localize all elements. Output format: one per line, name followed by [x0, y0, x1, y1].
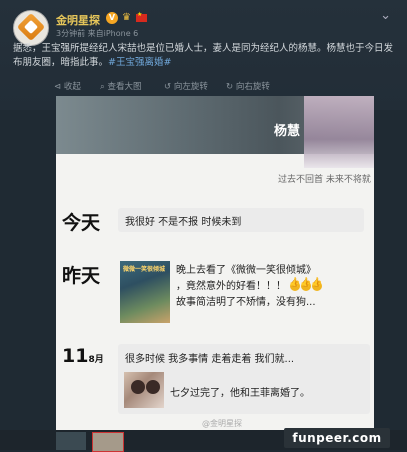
rotate-left-button[interactable]: ↺ 向左旋转	[164, 80, 208, 92]
collapse-button[interactable]: ⊲ 收起	[54, 80, 81, 92]
thumbs-up-icon	[311, 278, 322, 291]
moments-cover	[56, 96, 374, 168]
china-flag-icon	[136, 11, 147, 22]
day-label-today: 今天	[62, 212, 101, 234]
today-text: 我很好 不是不报 时候未到	[125, 217, 242, 228]
today-card: 我很好 不是不报 时候未到	[118, 208, 364, 232]
moments-name: 杨慧	[274, 124, 301, 139]
day-label-date: 118月	[62, 345, 104, 367]
watermark: @金明星探	[202, 419, 242, 428]
rotate-right-button[interactable]: ↻ 向右旋转	[226, 80, 270, 92]
hashtag-link[interactable]: #王宝强离婚#	[108, 57, 171, 68]
vip-badge-icon: V	[106, 12, 118, 24]
post-body: 据悉，王宝强所提经纪人宋喆也是位已婚人士，妻人是同为经纪人的杨慧。杨慧也于今日发…	[13, 43, 394, 68]
crown-icon: ♛	[122, 12, 131, 23]
profile-picture	[304, 96, 374, 168]
site-watermark: funpeer.com	[284, 428, 390, 448]
chevron-down-icon[interactable]: ⌄	[380, 8, 391, 23]
view-large-button[interactable]: ⌕ 查看大图	[100, 80, 141, 92]
day-label-yesterday: 昨天	[62, 265, 101, 287]
image-toolbar: ⊲ 收起 ⌕ 查看大图 ↺ 向左旋转 ↻ 向右旋转	[54, 80, 394, 96]
image-thumbnail-2-selected[interactable]	[92, 432, 124, 452]
yesterday-line3: 故事简洁明了不矫情，没有狗...	[176, 297, 316, 308]
username[interactable]: 金明星探	[56, 12, 100, 28]
image-thumbnail-1[interactable]	[56, 432, 86, 450]
yesterday-line2: ，竟然意外的好看！！！	[176, 281, 286, 292]
thumbs-up-icon	[300, 278, 311, 291]
poster-title: 微微一笑很倾城	[123, 266, 166, 273]
moments-screenshot-image[interactable]: 杨慧 过去不回首 未来不将就 今天 我很好 不是不报 时候未到 昨天 微微一笑很…	[56, 96, 374, 430]
moments-slogan: 过去不回首 未来不将就	[278, 175, 371, 185]
couple-photo-thumbnail	[124, 372, 164, 408]
yesterday-line1: 晚上去看了《微微一笑很倾城》	[176, 265, 316, 276]
date-quote: 七夕过完了，他和王菲离婚了。	[170, 388, 310, 399]
date-text: 很多时候 我多事情 走着走着 我们就...	[125, 354, 295, 365]
date-card: 很多时候 我多事情 走着走着 我们就... 七夕过完了，他和王菲离婚了。	[118, 344, 370, 414]
post-meta: 3分钟前 来自iPhone 6	[56, 29, 139, 38]
post-text: 据悉，王宝强所提经纪人宋喆也是位已婚人士，妻人是同为经纪人的杨慧。杨慧也于今日发…	[13, 42, 398, 70]
thumbs-up-icon	[289, 278, 300, 291]
movie-poster-thumbnail: 微微一笑很倾城	[120, 261, 170, 323]
yesterday-line2-row: ，竟然意外的好看！！！	[176, 277, 374, 292]
avatar[interactable]	[13, 10, 49, 46]
